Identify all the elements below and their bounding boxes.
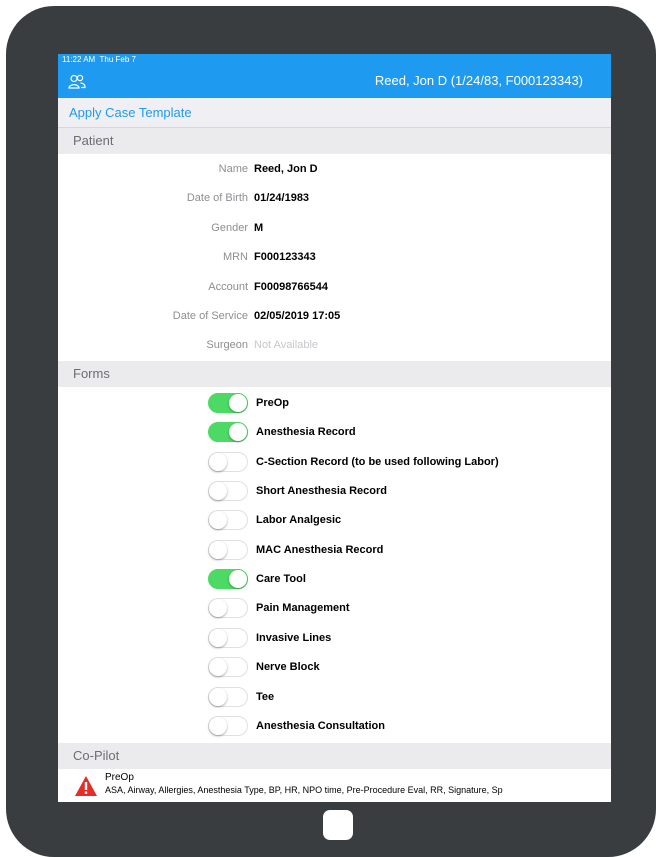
form-row: Care Tool	[58, 564, 611, 593]
copilot-section-header: Co-Pilot	[58, 743, 611, 769]
form-toggle[interactable]	[208, 539, 248, 560]
toggle-knob	[209, 540, 227, 559]
form-toggle[interactable]	[208, 422, 248, 443]
app-screen: 11:22 AM Thu Feb 7 Reed, Jon D (1/24/83,…	[58, 54, 611, 802]
patient-field-row: Date of Service 02/05/2019 17:05	[58, 302, 611, 331]
toggle-knob	[209, 716, 227, 735]
form-label: Tee	[256, 690, 275, 703]
form-label: Anesthesia Consultation	[256, 719, 385, 732]
form-toggle[interactable]	[208, 686, 248, 707]
status-bar: 11:22 AM Thu Feb 7	[58, 54, 611, 66]
field-value: 01/24/1983	[254, 192, 310, 205]
nav-bar: Reed, Jon D (1/24/83, F000123343)	[58, 66, 611, 98]
toggle-knob	[209, 482, 227, 501]
field-label: Date of Birth	[186, 192, 248, 205]
form-row: Short Anesthesia Record	[58, 476, 611, 505]
form-row: Anesthesia Record	[58, 417, 611, 446]
apply-case-template-button[interactable]: Apply Case Template	[69, 98, 192, 128]
patient-field-row: Date of Birth 01/24/1983	[58, 184, 611, 213]
form-toggle[interactable]	[208, 393, 248, 413]
toggle-knob	[209, 511, 227, 530]
form-toggle[interactable]	[208, 451, 248, 472]
field-label: Date of Service	[172, 310, 248, 322]
toggle-knob	[229, 570, 247, 589]
apply-template-row: Apply Case Template	[58, 98, 611, 128]
form-label: Pain Management	[256, 602, 350, 615]
form-toggle[interactable]	[208, 657, 248, 678]
field-label: Name	[218, 163, 248, 175]
form-row: Pain Management	[58, 593, 611, 622]
field-value: F000123343	[254, 251, 316, 264]
field-label: MRN	[222, 251, 248, 264]
patient-field-row: Name Reed, Jon D	[58, 155, 611, 184]
field-value: F00098766544	[254, 280, 329, 293]
form-toggle[interactable]	[208, 481, 248, 502]
patient-field-row: MRN F000123343	[58, 243, 611, 272]
form-row: Invasive Lines	[58, 623, 611, 652]
form-label: Invasive Lines	[256, 631, 332, 644]
form-toggle[interactable]	[208, 569, 248, 590]
field-label: Surgeon	[206, 339, 248, 352]
patient-field-row: Surgeon Not Available	[58, 331, 611, 360]
form-label: Care Tool	[256, 573, 306, 586]
form-toggle[interactable]	[208, 715, 248, 736]
form-label: PreOp	[256, 397, 290, 409]
patients-icon[interactable]	[68, 74, 86, 90]
form-label: MAC Anesthesia Record	[256, 543, 384, 556]
form-label: Labor Analgesic	[256, 514, 342, 527]
copilot-alert-detail: ASA, Airway, Allergies, Anesthesia Type,…	[105, 785, 503, 795]
form-label: Nerve Block	[256, 661, 320, 674]
patient-field-row: Gender M	[58, 214, 611, 243]
form-label: C-Section Record (to be used following L…	[256, 455, 499, 468]
status-date: Thu Feb 7	[99, 55, 136, 64]
form-row: C-Section Record (to be used following L…	[58, 447, 611, 476]
toggle-knob	[229, 394, 247, 412]
form-row: Labor Analgesic	[58, 505, 611, 534]
toggle-knob	[209, 658, 227, 677]
field-value: Reed, Jon D	[254, 163, 318, 175]
toggle-knob	[209, 599, 227, 618]
patient-title: Reed, Jon D (1/24/83, F000123343)	[374, 73, 583, 88]
copilot-alert[interactable]: PreOp ASA, Airway, Allergies, Anesthesia…	[58, 769, 611, 802]
field-value: 02/05/2019 17:05	[254, 310, 341, 322]
field-label: Gender	[211, 221, 248, 234]
patient-section-header: Patient	[58, 128, 611, 154]
field-value: Not Available	[254, 339, 319, 352]
toggle-knob	[209, 687, 227, 706]
copilot-alert-title: PreOp	[105, 772, 134, 783]
form-label: Short Anesthesia Record	[256, 485, 388, 498]
status-time: 11:22 AM	[62, 55, 96, 64]
form-row: Anesthesia Consultation	[58, 711, 611, 740]
form-label: Anesthesia Record	[256, 426, 356, 439]
home-button[interactable]	[323, 810, 353, 840]
form-toggle[interactable]	[208, 627, 248, 648]
patient-field-row: Account F00098766544	[58, 273, 611, 302]
form-row: Tee	[58, 682, 611, 711]
forms-section-header: Forms	[58, 361, 611, 387]
form-toggle[interactable]	[208, 598, 248, 619]
form-row: PreOp	[58, 388, 611, 417]
warning-icon	[75, 776, 97, 796]
field-value: M	[254, 221, 264, 234]
form-row: MAC Anesthesia Record	[58, 535, 611, 564]
toggle-knob	[229, 423, 247, 442]
field-label: Account	[208, 280, 248, 293]
form-row: Nerve Block	[58, 652, 611, 681]
form-toggle[interactable]	[208, 510, 248, 531]
toggle-knob	[209, 452, 227, 471]
toggle-knob	[209, 628, 227, 647]
